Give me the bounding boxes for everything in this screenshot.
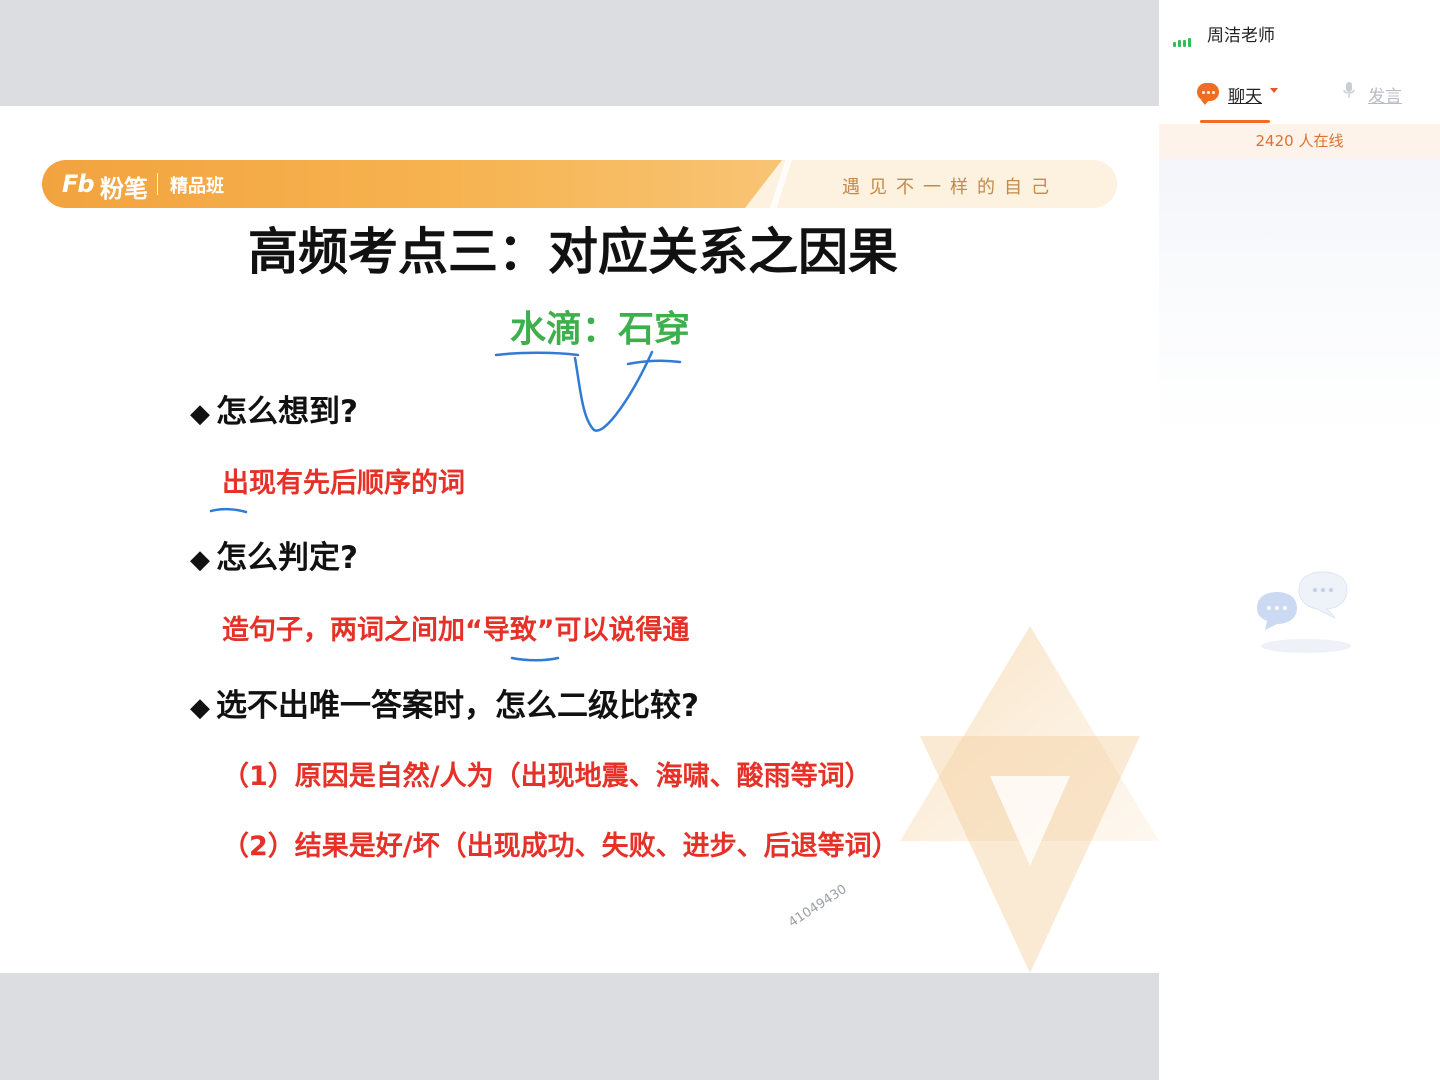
live-sidebar: 周洁老师 聊天 发言 2420 人在线 bbox=[1159, 0, 1440, 1080]
chat-message-area[interactable] bbox=[1159, 158, 1440, 1080]
stage-background-bottom bbox=[0, 973, 1159, 1080]
answer-1: 出现有先后顺序的词 bbox=[222, 468, 465, 499]
lecture-slide: Fb 粉笔 精品班 遇见不一样的自己 高频考点三：对应关系之因果 水滴：石穿 ◆… bbox=[0, 106, 1159, 973]
brand-watermark-graphic bbox=[900, 626, 1159, 973]
sidebar-tabs: 聊天 发言 bbox=[1159, 62, 1440, 124]
banner-slogan: 遇见不一样的自己 bbox=[842, 177, 1058, 198]
annotation-stroke-check bbox=[573, 350, 654, 432]
question-3: ◆ 选不出唯一答案时，怎么二级比较? bbox=[190, 680, 699, 725]
microphone-icon bbox=[1343, 82, 1355, 98]
answer-2: 造句子，两词之间加“导致”可以说得通 bbox=[222, 615, 690, 646]
comparison-point-1: （1）原因是自然/人为（出现地震、海啸、酸雨等词） bbox=[222, 761, 872, 792]
brand-logo-name: 粉笔 bbox=[100, 175, 148, 203]
class-name: 精品班 bbox=[170, 176, 224, 197]
comparison-point-2: （2）结果是好/坏（出现成功、失败、进步、后退等词） bbox=[222, 831, 899, 862]
active-tab-indicator bbox=[1200, 120, 1270, 123]
tab-chat-label: 聊天 bbox=[1228, 87, 1262, 107]
diamond-bullet-icon: ◆ bbox=[190, 545, 210, 575]
diamond-bullet-icon: ◆ bbox=[190, 693, 210, 723]
tab-speak[interactable]: 发言 bbox=[1341, 80, 1421, 110]
signal-icon bbox=[1173, 28, 1193, 47]
annotation-stroke-underline-right bbox=[626, 359, 682, 366]
question-2: ◆ 怎么判定? bbox=[190, 532, 358, 577]
annotation-stroke-short-2 bbox=[510, 656, 560, 662]
annotation-stroke-short-1 bbox=[209, 507, 248, 514]
diamond-bullet-icon: ◆ bbox=[190, 399, 210, 429]
header-banner: Fb 粉笔 精品班 遇见不一样的自己 bbox=[42, 160, 1117, 208]
example-word-pair: 水滴：石穿 bbox=[510, 309, 691, 350]
teacher-name: 周洁老师 bbox=[1207, 26, 1275, 46]
tab-chat[interactable]: 聊天 bbox=[1197, 80, 1287, 124]
caret-down-icon[interactable] bbox=[1270, 88, 1278, 93]
tab-speak-label: 发言 bbox=[1368, 87, 1402, 107]
brand-logo-mark: Fb bbox=[62, 170, 95, 198]
question-3-text: 选不出唯一答案时，怎么二级比较? bbox=[216, 688, 699, 724]
chat-bubble-icon bbox=[1197, 83, 1219, 105]
annotation-stroke-underline-left bbox=[494, 351, 580, 357]
stage-background-top bbox=[0, 0, 1159, 106]
question-1: ◆ 怎么想到? bbox=[190, 386, 358, 431]
question-1-text: 怎么想到? bbox=[216, 394, 358, 430]
question-2-text: 怎么判定? bbox=[216, 540, 358, 576]
user-id-watermark: 41049430 bbox=[786, 881, 850, 931]
teacher-row: 周洁老师 bbox=[1159, 0, 1440, 62]
slide-title: 高频考点三：对应关系之因果 bbox=[248, 223, 898, 281]
logo-divider bbox=[157, 173, 158, 195]
empty-chat-icon bbox=[1257, 571, 1351, 653]
online-count: 2420 人在线 bbox=[1159, 124, 1440, 158]
